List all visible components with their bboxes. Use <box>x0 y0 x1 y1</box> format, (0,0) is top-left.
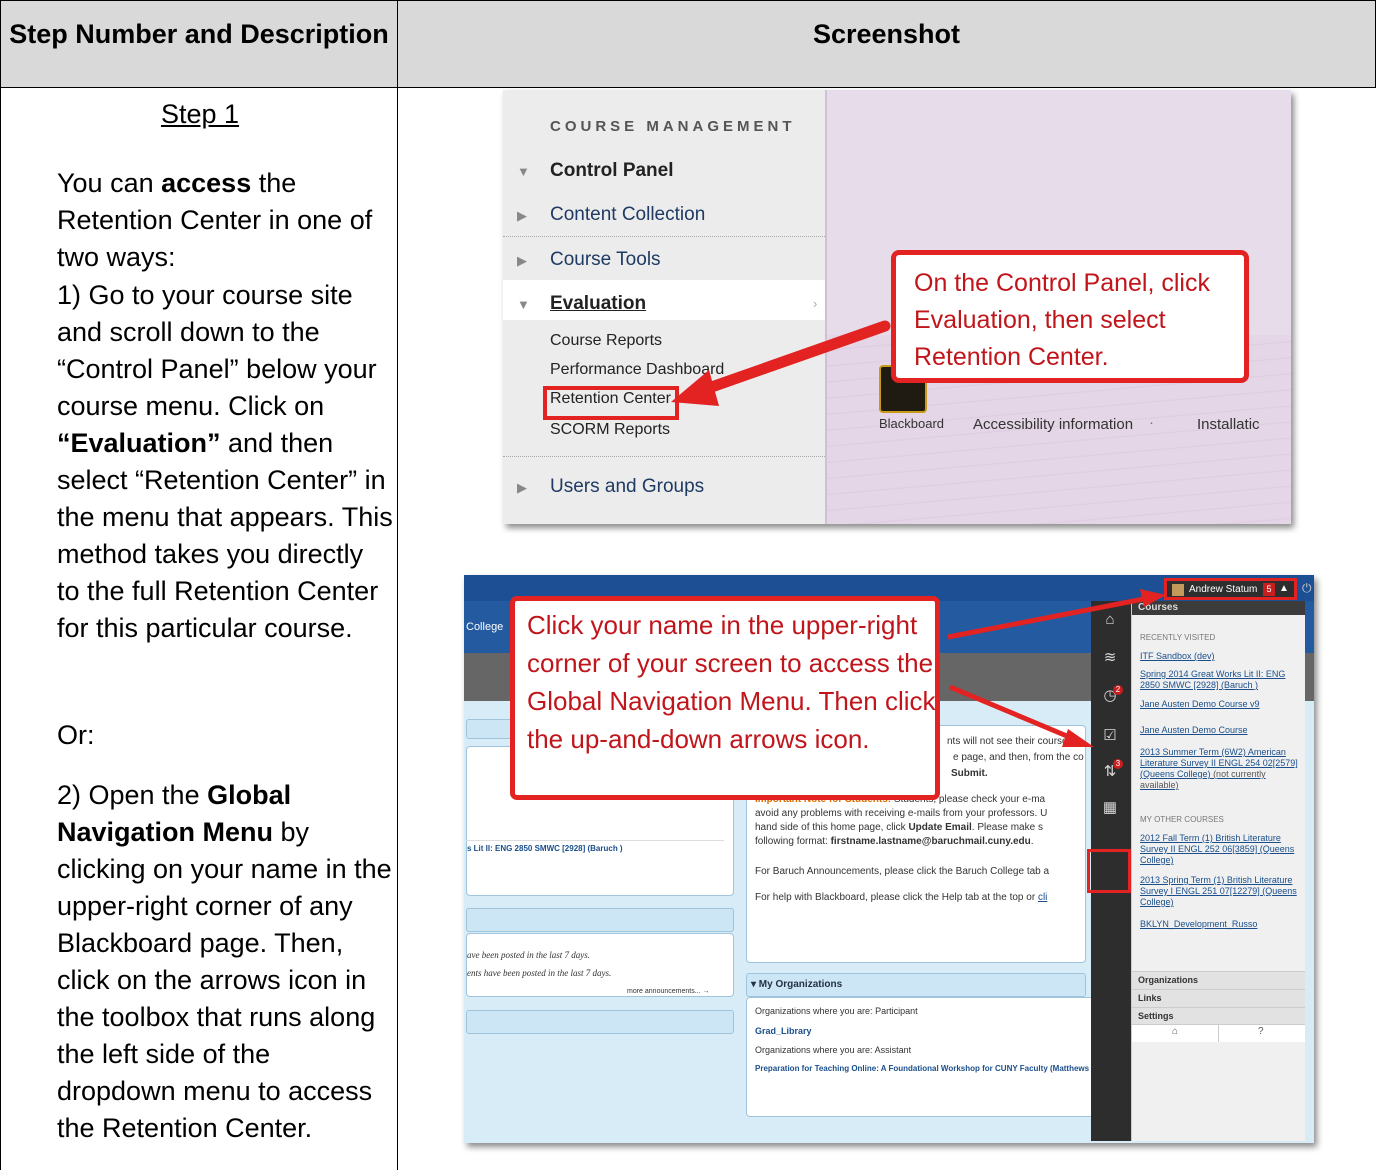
header-cell-screenshot: Screenshot <box>397 0 1376 88</box>
global-navigation-screenshot: College s Lit II: ENG 2850 SMWC [2928] (… <box>464 575 1314 1143</box>
header-cell-step: Step Number and Description <box>0 0 398 88</box>
control-panel-screenshot: COURSE MANAGEMENT ▼ Control Panel ▶ Cont… <box>503 90 1291 524</box>
step-description-cell: Step 1 You can access the Retention Cent… <box>0 87 398 1170</box>
header-screenshot-label: Screenshot <box>812 19 961 49</box>
intro-paragraph: You can access the Retention Center in o… <box>57 168 373 272</box>
method-one-paragraph: 1) Go to your course site and scroll dow… <box>57 280 393 643</box>
global-nav-callout: Click your name in the upper-right corne… <box>510 596 940 800</box>
method-two-paragraph: 2) Open the Global Navigation Menu by cl… <box>57 780 392 1143</box>
callout-text: On the Control Panel, click Evaluation, … <box>914 269 1210 371</box>
step-title: Step 1 <box>160 99 240 129</box>
header-step-label: Step Number and Description <box>9 19 389 49</box>
control-panel-callout: On the Control Panel, click Evaluation, … <box>891 250 1249 383</box>
callout-text: Click your name in the upper-right corne… <box>527 610 936 754</box>
or-label: Or: <box>57 720 95 750</box>
